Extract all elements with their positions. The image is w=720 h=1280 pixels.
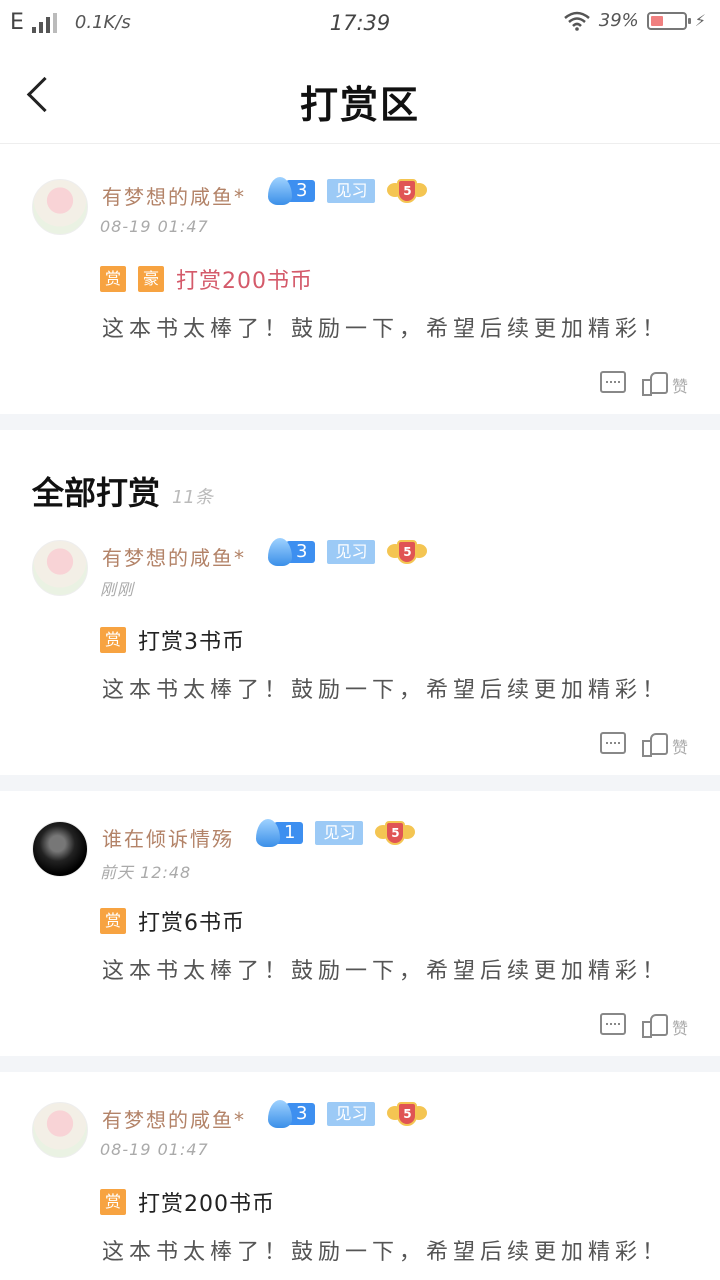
medal-icon: 5: [375, 819, 416, 847]
divider: [0, 775, 720, 791]
like-icon[interactable]: [641, 370, 668, 396]
reward-tag: 赏: [100, 1189, 126, 1215]
status-bar: E 0.1K/s 17:39 39% ⚡: [0, 0, 720, 48]
like-icon[interactable]: [641, 731, 668, 757]
comment-icon[interactable]: [599, 371, 626, 393]
reward-tag: 赏: [100, 627, 126, 653]
post-time: 刚刚: [100, 580, 135, 599]
battery-icon: [646, 11, 691, 30]
fire-badge: 3: [268, 1100, 316, 1128]
username[interactable]: 有梦想的咸鱼*: [102, 542, 246, 571]
medal-level: 5: [385, 821, 406, 845]
divider: [0, 414, 720, 430]
reward-tag: 赏: [100, 908, 126, 934]
comment-text: 这本书太棒了！鼓励一下，希望后续更加精彩！: [102, 317, 670, 342]
avatar[interactable]: [32, 821, 88, 877]
level-tag: 见习: [327, 1102, 376, 1126]
medal-icon: 5: [387, 538, 428, 566]
medal-icon: 5: [387, 1100, 428, 1128]
comment-text: 这本书太棒了！鼓励一下，希望后续更加精彩！: [102, 959, 670, 984]
username[interactable]: 有梦想的咸鱼*: [102, 181, 246, 210]
comment-text: 这本书太棒了！鼓励一下，希望后续更加精彩！: [102, 678, 670, 703]
medal-level: 5: [397, 540, 418, 564]
charging-icon: ⚡: [694, 11, 706, 30]
reward-line: 赏 打赏3书币: [100, 624, 245, 656]
fire-badge: 1: [256, 819, 304, 847]
user-badges: 1 见习 5: [256, 819, 416, 847]
fire-badge: 3: [268, 177, 316, 205]
reward-item: 有梦想的咸鱼* 3 见习 5 刚刚 赏 打赏3书币 这本书太棒了！鼓励一下，希望…: [0, 506, 720, 774]
reward-item: 有梦想的咸鱼* 3 见习 5 08-19 01:47 赏 打赏200书币 这本书…: [0, 1072, 720, 1280]
status-right: 39% ⚡: [563, 10, 706, 31]
reward-line: 赏 豪 打赏200书币: [100, 263, 313, 295]
username[interactable]: 有梦想的咸鱼*: [102, 1104, 246, 1133]
level-tag: 见习: [327, 540, 376, 564]
actions: 赞: [599, 367, 688, 397]
wifi-icon: [563, 11, 590, 31]
reward-amount: 打赏3书币: [138, 630, 245, 655]
medal-icon: 5: [387, 177, 428, 205]
comment-text: 这本书太棒了！鼓励一下，希望后续更加精彩！: [102, 1240, 670, 1265]
header: 打赏区: [0, 48, 720, 144]
actions: 赞: [599, 1009, 688, 1039]
avatar[interactable]: [32, 179, 88, 235]
reward-item: 谁在倾诉情殇 1 见习 5 前天 12:48 赏 打赏6书币 这本书太棒了！鼓励…: [0, 791, 720, 1055]
medal-level: 5: [397, 179, 418, 203]
reward-tag: 赏: [100, 266, 126, 292]
like-label[interactable]: 赞: [672, 373, 688, 397]
user-badges: 3 见习 5: [268, 177, 428, 205]
post-time: 前天 12:48: [100, 863, 192, 882]
like-label[interactable]: 赞: [672, 1015, 688, 1039]
username[interactable]: 谁在倾诉情殇: [102, 823, 234, 852]
divider: [0, 1056, 720, 1072]
avatar[interactable]: [32, 1102, 88, 1158]
comment-icon[interactable]: [599, 732, 626, 754]
page-title: 打赏区: [299, 83, 420, 127]
like-label[interactable]: 赞: [672, 734, 688, 758]
medal-level: 5: [397, 1102, 418, 1126]
avatar[interactable]: [32, 540, 88, 596]
reward-line: 赏 打赏6书币: [100, 905, 245, 937]
fire-badge: 3: [268, 538, 316, 566]
user-badges: 3 见习 5: [268, 1100, 428, 1128]
comment-icon[interactable]: [599, 1013, 626, 1035]
actions: 赞: [599, 728, 688, 758]
level-tag: 见习: [327, 179, 376, 203]
reward-amount: 打赏200书币: [138, 1192, 275, 1217]
user-badges: 3 见习 5: [268, 538, 428, 566]
rich-tag: 豪: [138, 266, 164, 292]
battery-percent: 39%: [598, 10, 639, 31]
post-time: 08-19 01:47: [100, 217, 209, 236]
like-icon[interactable]: [641, 1012, 668, 1038]
reward-line: 赏 打赏200书币: [100, 1186, 275, 1218]
post-time: 08-19 01:47: [100, 1140, 209, 1159]
reward-amount: 打赏200书币: [176, 269, 313, 294]
top-reward-card: 有梦想的咸鱼* 3 见习 5 08-19 01:47 赏 豪 打赏200书币 这…: [0, 145, 720, 413]
reward-amount: 打赏6书币: [138, 911, 245, 936]
level-tag: 见习: [315, 821, 364, 845]
